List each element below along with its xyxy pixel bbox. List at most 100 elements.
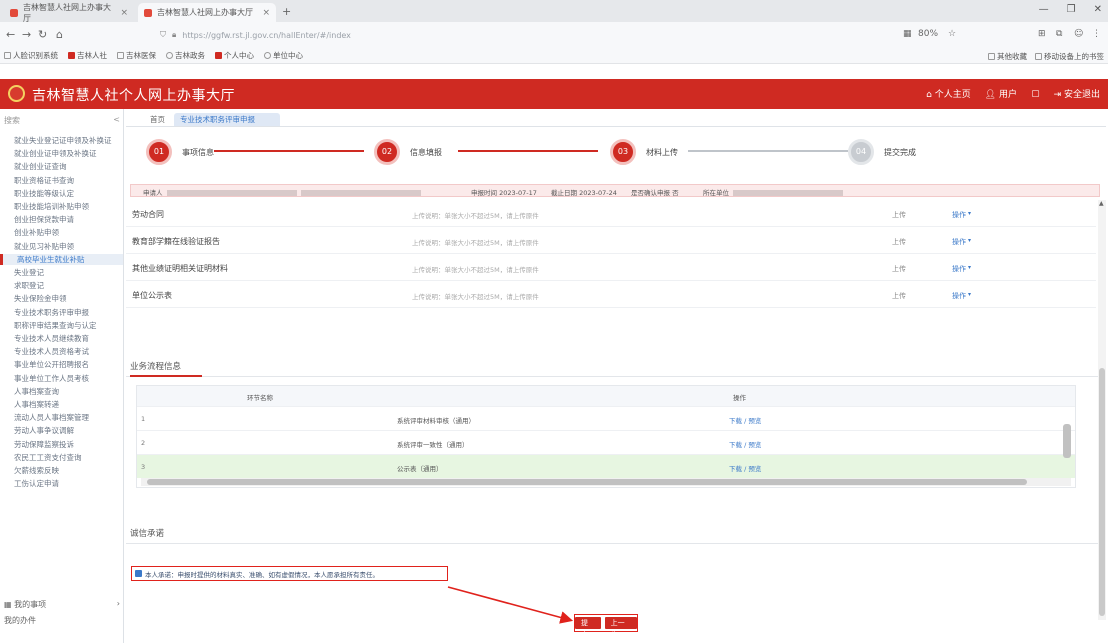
sidebar-item[interactable]: 劳动保障监察投诉 <box>0 439 123 450</box>
download-preview-link[interactable]: 下载 / 预览 <box>729 463 761 473</box>
column-header: 环节名称 <box>247 394 273 402</box>
collections-icon[interactable]: ⧉ <box>1056 29 1062 39</box>
sidebar-item[interactable]: 农民工工资支付查询 <box>0 452 123 463</box>
new-tab-button[interactable]: + <box>282 5 291 18</box>
sidebar-item[interactable]: 就业创业证查询 <box>0 161 123 172</box>
user-menu[interactable]: 👤︎ 用户 <box>985 87 1017 100</box>
chevron-down-icon: ▾ <box>968 237 972 244</box>
sidebar-item[interactable]: 就业失业登记证申领及补换证 <box>0 135 123 146</box>
operation-dropdown[interactable]: 操作 <box>952 237 966 247</box>
bookmark-folder[interactable]: 其他收藏 <box>988 51 1027 62</box>
download-preview-link[interactable]: 下载 / 预览 <box>729 439 761 449</box>
sidebar-item[interactable]: 就业见习补贴申领 <box>0 241 123 252</box>
back-icon[interactable]: ← <box>6 28 15 41</box>
bookmark-item[interactable]: 人脸识别系统 <box>4 50 58 61</box>
close-window-icon[interactable]: ✕ <box>1094 4 1102 15</box>
horizontal-scrollbar[interactable] <box>141 478 1071 486</box>
sidebar-item[interactable]: 失业保险金申领 <box>0 293 123 304</box>
maximize-icon[interactable]: ❐ <box>1067 4 1076 15</box>
sidebar-item[interactable]: 职业技能等级认定 <box>0 188 123 199</box>
sidebar-item[interactable]: 求职登记 <box>0 280 123 291</box>
sidebar-item[interactable]: 劳动人事争议调解 <box>0 425 123 436</box>
column-header: 操作 <box>733 394 746 402</box>
chevron-down-icon: ▾ <box>968 210 972 217</box>
sidebar-item[interactable]: 事业单位工作人员考核 <box>0 373 123 384</box>
upload-button[interactable]: 上传 <box>892 291 906 301</box>
sidebar-item[interactable]: 创业补贴申领 <box>0 227 123 238</box>
upload-hint: 上传说明：单张大小不超过5M，请上传原件 <box>412 266 539 274</box>
close-icon[interactable]: × <box>120 8 128 18</box>
page-scrollbar[interactable]: ▲ <box>1098 200 1106 620</box>
table-row: 2 系统评审一致性（通用） 下载 / 预览 <box>137 430 1075 454</box>
sidebar-item[interactable]: 专业技术职务评审申报 <box>0 307 123 318</box>
sidebar-item[interactable]: 专业技术人员资格考试 <box>0 346 123 357</box>
sidebar-item[interactable]: 事业单位公开招聘报名 <box>0 359 123 370</box>
sidebar-item[interactable]: 工伤认定申请 <box>0 478 123 489</box>
sidebar-item[interactable]: 流动人员人事档案管理 <box>0 412 123 423</box>
close-icon[interactable]: × <box>262 8 270 18</box>
material-name: 其他业绩证明相关证明材料 <box>132 264 228 273</box>
progress-section-title: 业务流程信息 <box>130 362 182 372</box>
sidebar-item[interactable]: 就业创业证申领及补换证 <box>0 148 123 159</box>
tab-home[interactable]: 首页 <box>144 113 171 126</box>
checkbox[interactable] <box>135 570 142 577</box>
step-number: 02 <box>374 139 400 165</box>
tab-current[interactable]: 专业技术职务评审申报 <box>174 113 280 126</box>
search-input[interactable]: 搜索 <box>4 115 20 130</box>
sidebar-footer-mine[interactable]: ▦ 我的事项 › <box>4 599 120 610</box>
qr-icon[interactable]: ▦ <box>903 29 912 39</box>
forward-icon[interactable]: → <box>22 28 31 41</box>
prev-step-button[interactable]: 上一步 <box>604 617 637 639</box>
upload-button[interactable]: 上传 <box>892 237 906 247</box>
menu-icon[interactable]: ⋮ <box>1092 29 1101 39</box>
step-4: 04 提交完成 <box>848 139 916 165</box>
sidebar-item[interactable]: 人事档案转递 <box>0 399 123 410</box>
sidebar-item[interactable]: 人事档案查询 <box>0 386 123 397</box>
url-field[interactable]: ⛉ 🔒︎ https://ggfw.rst.jl.gov.cn/hallEnte… <box>160 26 890 44</box>
bookmark-item[interactable]: 个人中心 <box>215 50 254 61</box>
sidebar-item[interactable]: 职业资格证书查询 <box>0 175 123 186</box>
bookmark-item[interactable]: 吉林政务 <box>166 50 205 61</box>
scroll-up-icon[interactable]: ▲ <box>1099 200 1104 207</box>
sidebar-item[interactable]: 创业担保贷款申请 <box>0 214 123 225</box>
scrollbar-thumb[interactable] <box>1099 368 1105 616</box>
node-name: 系统评审一致性（通用） <box>397 441 469 449</box>
browser-tab-2[interactable]: 吉林智慧人社网上办事大厅 × <box>138 3 276 22</box>
scrollbar-thumb[interactable] <box>1063 424 1071 458</box>
commitment-checkbox-row[interactable]: 本人承诺：申报时提供的材料真实、准确、如有虚假情况，本人愿承担所有责任。 <box>131 566 448 581</box>
collapse-icon[interactable]: < <box>113 115 120 130</box>
message-icon[interactable]: 消息▢ <box>1031 89 1040 99</box>
home-icon[interactable]: ⌂ <box>56 28 63 41</box>
logout-button[interactable]: ⇥ 安全退出 <box>1054 87 1100 100</box>
profile-icon[interactable]: ☺ <box>1074 29 1083 39</box>
browser-tab-1[interactable]: 吉林智慧人社网上办事大厅 × <box>4 3 134 23</box>
sidebar-item[interactable]: 高校毕业生就业补贴 <box>0 253 123 265</box>
upload-button[interactable]: 上传 <box>892 210 906 220</box>
download-preview-link[interactable]: 下载 / 预览 <box>729 415 761 425</box>
operation-dropdown[interactable]: 操作 <box>952 291 966 301</box>
zoom-level[interactable]: 80% <box>918 29 938 39</box>
sidebar-footer-jobs[interactable]: 我的办件 <box>4 615 36 626</box>
browser-tab-bar: 吉林智慧人社网上办事大厅 × 吉林智慧人社网上办事大厅 × + — ❐ ✕ <box>0 0 1108 23</box>
scrollbar-thumb[interactable] <box>147 479 1027 485</box>
operation-dropdown[interactable]: 操作 <box>952 264 966 274</box>
upload-button[interactable]: 上传 <box>892 264 906 274</box>
page-tabs: 首页 专业技术职务评审申报 <box>126 113 1106 127</box>
extensions-icon[interactable]: ⊞ <box>1038 29 1046 39</box>
bookmark-item[interactable]: 吉林医保 <box>117 50 156 61</box>
operation-dropdown[interactable]: 操作 <box>952 210 966 220</box>
reload-icon[interactable]: ↻ <box>38 28 47 41</box>
submit-button[interactable]: 提交 <box>575 617 601 639</box>
home-link[interactable]: ⌂ 个人主页 <box>926 87 971 100</box>
star-icon[interactable]: ☆ <box>948 29 956 39</box>
sidebar-item[interactable]: 欠薪线索反映 <box>0 465 123 476</box>
minimize-icon[interactable]: — <box>1039 4 1049 15</box>
bookmark-item[interactable]: 单位中心 <box>264 50 303 61</box>
sidebar-item[interactable]: 职称评审结果查询与认定 <box>0 320 123 331</box>
sidebar-item[interactable]: 专业技术人员继续教育 <box>0 333 123 344</box>
sidebar-item[interactable]: 失业登记 <box>0 267 123 278</box>
bookmark-item[interactable]: 吉林人社 <box>68 50 107 61</box>
sidebar-search[interactable]: 搜索 < <box>4 115 120 130</box>
bookmark-folder[interactable]: 移动设备上的书签 <box>1035 51 1104 62</box>
sidebar-item[interactable]: 职业技能培训补贴申领 <box>0 201 123 212</box>
